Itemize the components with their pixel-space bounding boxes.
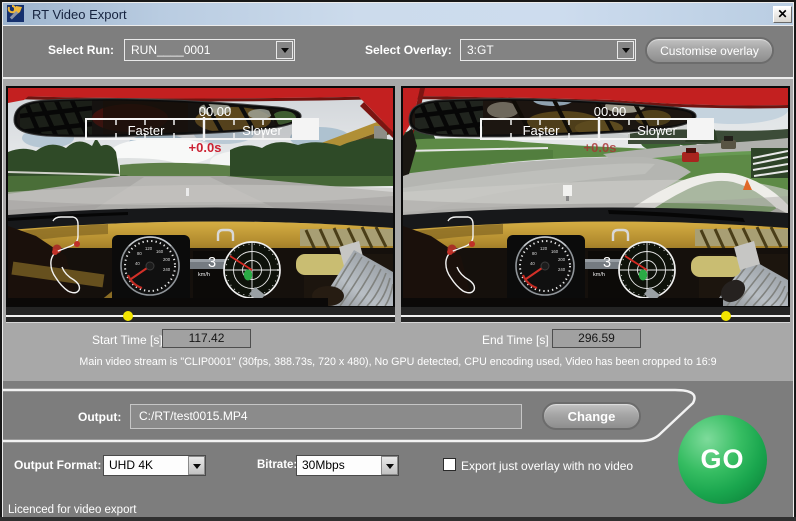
- svg-text:160: 160: [156, 249, 164, 254]
- svg-text:3: 3: [208, 255, 216, 271]
- svg-text:km/h: km/h: [593, 272, 605, 278]
- svg-text:200: 200: [163, 257, 171, 262]
- svg-text:240: 240: [558, 267, 566, 272]
- svg-text:Slower: Slower: [637, 123, 677, 138]
- svg-text:Faster: Faster: [128, 123, 166, 138]
- svg-text:160: 160: [551, 249, 559, 254]
- svg-text:Faster: Faster: [523, 123, 561, 138]
- svg-text:40: 40: [530, 261, 535, 266]
- svg-text:00.00: 00.00: [594, 104, 627, 119]
- svg-text:80: 80: [137, 251, 142, 256]
- svg-text:40: 40: [135, 261, 140, 266]
- svg-text:Slower: Slower: [242, 123, 282, 138]
- svg-text:80: 80: [532, 251, 537, 256]
- svg-text:240: 240: [163, 267, 171, 272]
- svg-text:3: 3: [603, 255, 611, 271]
- svg-text:+0.0s: +0.0s: [584, 140, 617, 155]
- svg-text:200: 200: [558, 257, 566, 262]
- svg-text:km/h: km/h: [198, 272, 210, 278]
- svg-text:+0.0s: +0.0s: [189, 140, 222, 155]
- svg-text:00.00: 00.00: [199, 104, 232, 119]
- svg-text:120: 120: [540, 246, 548, 251]
- svg-text:120: 120: [145, 246, 153, 251]
